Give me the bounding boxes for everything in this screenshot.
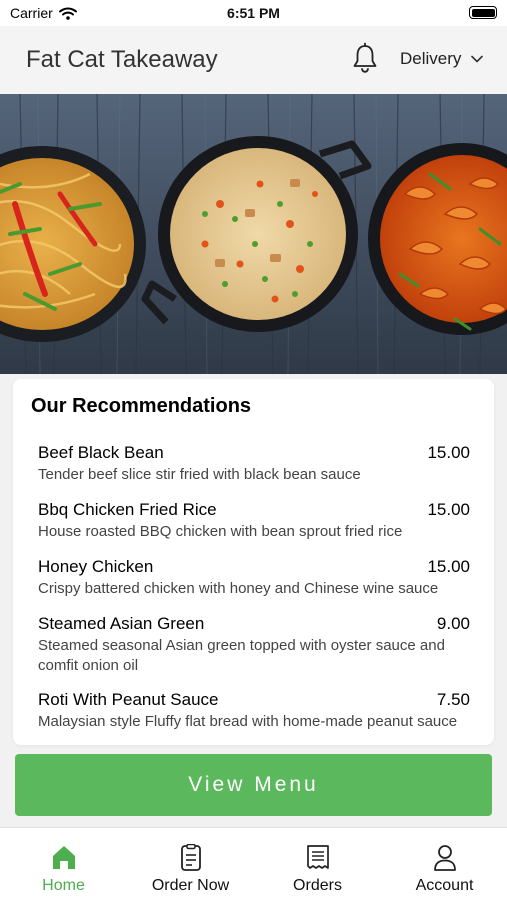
tab-home[interactable]: Home (0, 828, 127, 900)
tab-label: Account (415, 877, 474, 894)
menu-item-description: House roasted BBQ chicken with bean spro… (38, 523, 403, 540)
tab-orders[interactable]: Orders (254, 828, 381, 900)
order-icon (180, 844, 201, 871)
app-title: Fat Cat Takeaway (26, 46, 218, 73)
menu-item-price: 15.00 (427, 557, 470, 576)
recommendations-card: Our Recommendations Beef Black Bean 15.0… (13, 379, 494, 745)
menu-item-name: Bbq Chicken Fried Rice (38, 500, 217, 519)
tab-label: Orders (293, 877, 342, 894)
menu-item-price: 9.00 (436, 614, 470, 633)
menu-item-name: Beef Black Bean (38, 443, 164, 462)
food-banner-illustration (0, 94, 507, 374)
menu-item-description: Crispy battered chicken with honey and C… (38, 580, 439, 597)
menu-item-description: Tender beef slice stir fried with black … (38, 466, 361, 483)
menu-item-price: 7.50 (436, 690, 470, 709)
bell-icon[interactable] (350, 42, 380, 74)
menu-item-name: Roti With Peanut Sauce (38, 690, 219, 709)
tab-label: Order Now (151, 877, 230, 894)
home-icon (52, 846, 75, 869)
receipt-icon (306, 845, 329, 869)
tab-bar: Home Order Now Orders Account (0, 827, 507, 900)
hero-image (0, 94, 507, 374)
recommendations-title: Our Recommendations (31, 395, 252, 417)
view-menu-button[interactable]: View Menu (15, 754, 492, 816)
delivery-label: Delivery (400, 49, 462, 68)
battery-icon (469, 6, 497, 19)
menu-item[interactable]: Beef Black Bean 15.00 Tender beef slice … (38, 443, 470, 485)
account-icon (433, 845, 456, 871)
app-header: Fat Cat Takeaway Delivery (0, 26, 507, 94)
menu-item-description: Malaysian style Fluffy flat bread with h… (38, 713, 458, 730)
tab-order-now[interactable]: Order Now (127, 828, 254, 900)
tab-account[interactable]: Account (381, 828, 507, 900)
menu-item-name: Steamed Asian Green (38, 614, 205, 633)
menu-item-price: 15.00 (427, 443, 470, 462)
menu-item[interactable]: Honey Chicken 15.00 Crispy battered chic… (38, 557, 470, 599)
menu-item[interactable]: Roti With Peanut Sauce 7.50 Malaysian st… (38, 690, 470, 732)
tab-label: Home (42, 877, 85, 894)
chevron-down-icon (471, 55, 484, 63)
status-bar: Carrier 6:51 PM (0, 0, 507, 26)
delivery-selector[interactable]: Delivery (400, 49, 484, 69)
menu-item-description: Steamed seasonal Asian green topped with… (38, 637, 445, 674)
menu-item[interactable]: Bbq Chicken Fried Rice 15.00 House roast… (38, 500, 470, 542)
menu-item[interactable]: Steamed Asian Green 9.00 Steamed seasona… (38, 614, 470, 676)
menu-item-name: Honey Chicken (38, 557, 154, 576)
status-time: 6:51 PM (227, 5, 280, 21)
menu-item-price: 15.00 (427, 500, 470, 519)
